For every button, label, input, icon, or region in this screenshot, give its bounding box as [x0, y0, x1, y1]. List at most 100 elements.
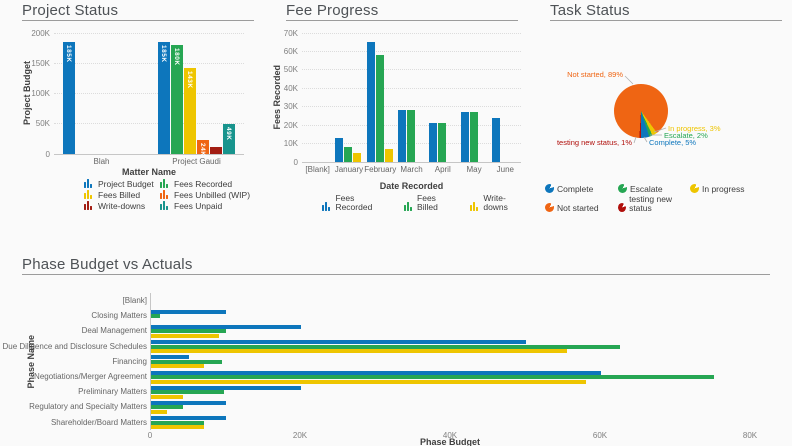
- legend-label: Complete: [557, 185, 593, 194]
- x-category-label: June: [489, 165, 522, 174]
- pie-label-not-started: Not started, 89%: [567, 70, 623, 79]
- bar-fees-recorded-may[interactable]: [461, 112, 469, 162]
- hbar-blue-shareholder-board-matters[interactable]: [151, 416, 226, 420]
- y-category-label: Shareholder/Board Matters: [51, 418, 147, 427]
- hbar-yellow-due-diligence-and-disclosure-schedules[interactable]: [151, 349, 567, 353]
- legend-item-fees-recorded[interactable]: Fees Recorded: [322, 194, 391, 211]
- hbar-blue-due-diligence-and-disclosure-schedules[interactable]: [151, 340, 526, 344]
- hbar-yellow-deal-management[interactable]: [151, 334, 219, 338]
- hbar-green-regulatory-and-specialty-matters[interactable]: [151, 405, 183, 409]
- bar-value-label: 143K: [186, 71, 193, 89]
- legend-item-in-progress[interactable]: In progress: [690, 184, 770, 193]
- hbar-yellow-negotiations-merger-agreement[interactable]: [151, 380, 586, 384]
- hbar-blue-financing[interactable]: [151, 355, 189, 359]
- pie-label-testing-new-status: testing new status, 1%: [557, 138, 632, 147]
- legend-label: Not started: [557, 204, 599, 213]
- y-category-label: Negotiations/Merger Agreement: [34, 372, 147, 381]
- legend-item-fees-recorded[interactable]: Fees Recorded: [160, 179, 260, 188]
- bar-fees-unpaid-project-gaudi[interactable]: 49K: [223, 124, 235, 154]
- pie-chart-icon: [545, 203, 554, 212]
- bar-fees-unbilled-wip-project-gaudi[interactable]: 24K: [197, 140, 209, 155]
- gridline: [302, 33, 521, 34]
- hbar-blue-regulatory-and-specialty-matters[interactable]: [151, 401, 226, 405]
- hbar-yellow-regulatory-and-specialty-matters[interactable]: [151, 410, 167, 414]
- hbar-green-negotiations-merger-agreement[interactable]: [151, 375, 714, 379]
- legend-label: Write-downs: [483, 194, 528, 211]
- bar-fees-billed-march[interactable]: [407, 110, 415, 162]
- hbar-blue-deal-management[interactable]: [151, 325, 301, 329]
- y-axis-title: Phase Name: [26, 293, 36, 430]
- bar-fees-recorded-project-gaudi[interactable]: 180K: [171, 45, 183, 154]
- panel-project-status: Project Status 050K100K150K200KBlah185KP…: [0, 0, 264, 240]
- gridline: [302, 88, 521, 89]
- bar-value-label: 180K: [173, 48, 180, 66]
- hbar-green-deal-management[interactable]: [151, 329, 226, 333]
- legend-label: Fees Billed: [417, 194, 457, 211]
- gridline: [302, 69, 521, 70]
- legend-item-project-budget[interactable]: Project Budget: [84, 179, 160, 188]
- legend-item-testing-new-status[interactable]: testing new status: [618, 195, 690, 212]
- legend-label: Fees Recorded: [174, 180, 232, 189]
- y-category-label: Financing: [112, 357, 147, 366]
- bar-write-downs-project-gaudi[interactable]: [210, 147, 222, 154]
- bar-fees-billed-may[interactable]: [470, 112, 478, 162]
- hbar-green-shareholder-board-matters[interactable]: [151, 421, 204, 425]
- bar-fees-recorded-january[interactable]: [335, 138, 343, 162]
- y-category-label: Due Diligence and Disclosure Schedules: [2, 342, 147, 351]
- bar-fees-recorded-april[interactable]: [429, 123, 437, 162]
- bar-fees-billed-april[interactable]: [438, 123, 446, 162]
- x-axis-title: Phase Budget: [150, 437, 750, 446]
- legend-item-fees-billed[interactable]: Fees Billed: [84, 190, 160, 199]
- hbar-yellow-shareholder-board-matters[interactable]: [151, 425, 204, 429]
- bar-write-downs-february[interactable]: [385, 149, 393, 162]
- panel-phase-budget-vs-actuals: Phase Budget vs Actuals [Blank]Closing M…: [0, 250, 792, 446]
- task-status-pie[interactable]: [614, 84, 668, 138]
- y-category-label: Regulatory and Specialty Matters: [29, 402, 147, 411]
- legend: Project BudgetFees RecordedFees BilledFe…: [84, 179, 260, 210]
- bar-write-downs-january[interactable]: [353, 153, 361, 162]
- x-category-label: Project Gaudi: [148, 157, 245, 166]
- hbar-green-due-diligence-and-disclosure-schedules[interactable]: [151, 345, 620, 349]
- pie-label-complete: Complete, 5%: [649, 138, 696, 147]
- hbar-yellow-preliminary-matters[interactable]: [151, 395, 183, 399]
- hbar-blue-negotiations-merger-agreement[interactable]: [151, 371, 601, 375]
- x-category-label: Blah: [53, 157, 150, 166]
- x-category-label: [Blank]: [301, 165, 334, 174]
- bar-chart-icon: [160, 179, 171, 188]
- panel-task-status: Task Status testing new status, 1%Not st…: [528, 0, 792, 240]
- hbar-yellow-financing[interactable]: [151, 364, 204, 368]
- y-axis-title: Project Budget: [22, 33, 32, 154]
- bar-fees-recorded-june[interactable]: [492, 118, 500, 162]
- legend-label: Write-downs: [98, 202, 145, 211]
- hbar-blue-closing-matters[interactable]: [151, 310, 226, 314]
- bar-project-budget-project-gaudi[interactable]: 185K: [158, 42, 170, 154]
- legend-item-fees-billed[interactable]: Fees Billed: [404, 194, 457, 211]
- bar-value-label: 185K: [160, 45, 167, 63]
- bar-project-budget-blah[interactable]: 185K: [63, 42, 75, 154]
- bar-value-label: 185K: [65, 45, 72, 63]
- legend-label: Project Budget: [98, 180, 154, 189]
- bar-fees-billed-project-gaudi[interactable]: 143K: [184, 68, 196, 155]
- hbar-green-closing-matters[interactable]: [151, 314, 160, 318]
- bar-fees-recorded-march[interactable]: [398, 110, 406, 162]
- legend: Complete EscalateIn progress Not started te…: [545, 184, 770, 212]
- legend-item-fees-unbilled-wip[interactable]: Fees Unbilled (WIP): [160, 190, 260, 199]
- bar-fees-billed-january[interactable]: [344, 147, 352, 162]
- legend-item-write-downs[interactable]: Write-downs: [84, 201, 160, 210]
- hbar-green-preliminary-matters[interactable]: [151, 390, 224, 394]
- gridline: [54, 123, 244, 124]
- legend-item-fees-unpaid[interactable]: Fees Unpaid: [160, 201, 260, 210]
- bar-fees-recorded-february[interactable]: [367, 42, 375, 162]
- legend-item-not-started[interactable]: Not started: [545, 195, 618, 212]
- bar-fees-billed-february[interactable]: [376, 55, 384, 162]
- gridline: [302, 106, 521, 107]
- hbar-blue-preliminary-matters[interactable]: [151, 386, 301, 390]
- bar-chart-icon: [160, 201, 171, 210]
- legend-item-complete[interactable]: Complete: [545, 184, 618, 193]
- bar-value-label: 49K: [225, 127, 232, 140]
- task-status-chart: testing new status, 1% Not started, 89% In…: [528, 0, 792, 240]
- legend-item-escalate[interactable]: Escalate: [618, 184, 690, 193]
- legend-item-write-downs[interactable]: Write-downs: [470, 194, 528, 211]
- legend-label: Fees Unbilled (WIP): [174, 191, 250, 200]
- hbar-green-financing[interactable]: [151, 360, 222, 364]
